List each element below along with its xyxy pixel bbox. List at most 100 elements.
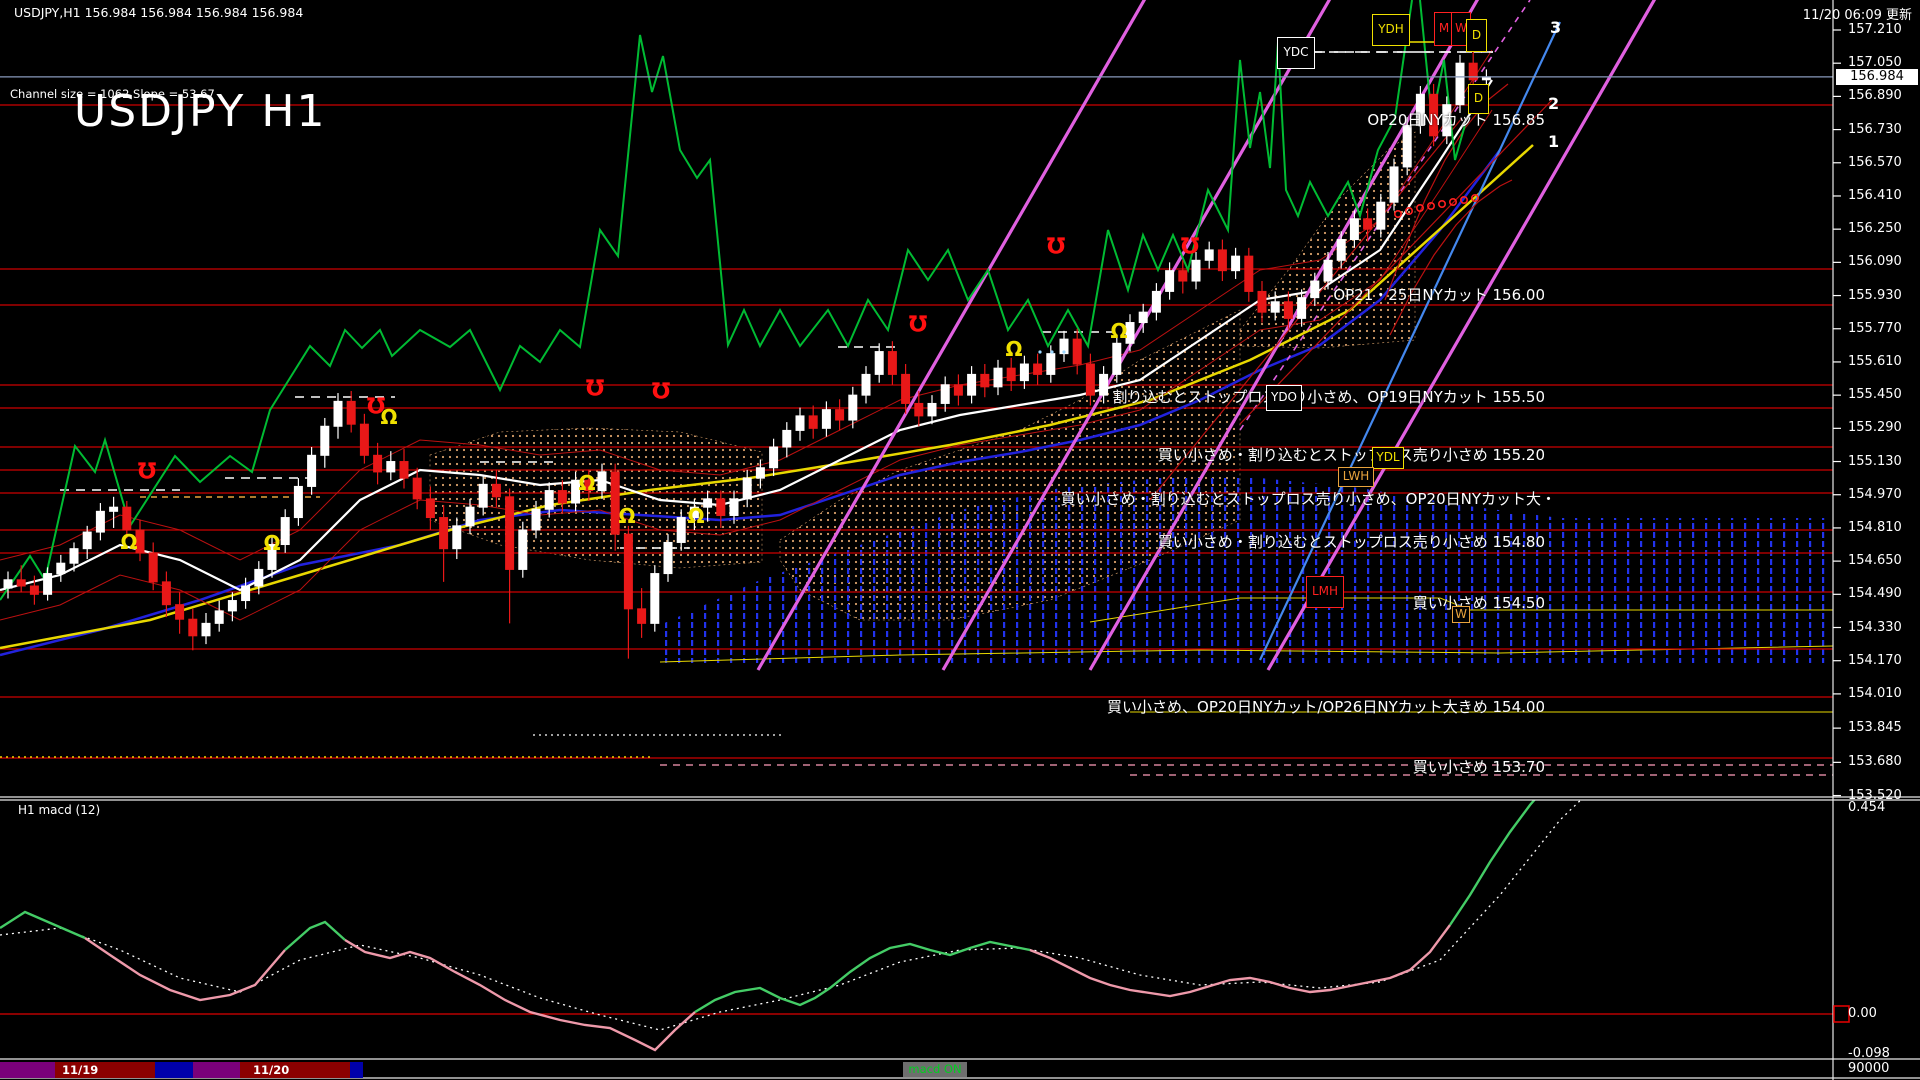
- candle: [1046, 353, 1056, 375]
- level-box-lwh: LWH: [1338, 467, 1374, 487]
- price-axis-label: 154.810: [1848, 519, 1902, 535]
- candle: [518, 529, 528, 570]
- price-axis-label: 156.570: [1848, 154, 1902, 170]
- candle: [663, 541, 673, 575]
- candle: [1217, 249, 1227, 272]
- buy-arrow-icon: Ω: [1110, 319, 1127, 343]
- candle: [755, 467, 765, 479]
- candle: [795, 415, 805, 431]
- price-axis-label: 155.290: [1848, 420, 1902, 436]
- candle: [1085, 363, 1095, 396]
- candle: [241, 585, 251, 602]
- buy-arrow-icon: Ω: [380, 405, 397, 429]
- candle: [1270, 301, 1280, 313]
- candle: [320, 425, 330, 456]
- price-annotation: OP21・25日NYカット 156.00: [1333, 286, 1545, 304]
- level-box-d: D: [1466, 19, 1487, 52]
- price-axis-label: 154.330: [1848, 619, 1902, 635]
- candle: [399, 461, 409, 479]
- price-axis-label: 154.970: [1848, 486, 1902, 502]
- candle: [359, 423, 369, 456]
- candle: [835, 409, 845, 421]
- candle: [1099, 373, 1109, 396]
- candle: [1151, 290, 1161, 313]
- price-axis-label: 155.450: [1848, 387, 1902, 403]
- candle: [703, 498, 713, 508]
- price-axis-label: 156.250: [1848, 221, 1902, 237]
- price-axis-label: 156.890: [1848, 88, 1902, 104]
- candle: [742, 477, 752, 500]
- level-box-ydh: YDH: [1372, 14, 1410, 46]
- date-label: 11/20: [253, 1063, 290, 1077]
- candle: [439, 517, 449, 550]
- candle: [109, 506, 119, 512]
- candle: [1310, 280, 1320, 299]
- chart-canvas[interactable]: ΩΩΩ ΩΩΩ ΩΩ ΩΩΩΩ ΩΩΩ: [0, 0, 1920, 1080]
- candle: [1257, 290, 1267, 313]
- candle: [1323, 259, 1333, 282]
- candle: [1138, 311, 1148, 324]
- level-box-lmh: LMH: [1306, 576, 1344, 608]
- price-annotation: 買い小さめ・割り込むとストップロス売り小さめ 154.80: [1157, 533, 1545, 551]
- price-axis-label: 154.010: [1848, 685, 1902, 701]
- candle: [386, 461, 396, 473]
- candle: [637, 608, 647, 624]
- candle: [373, 454, 383, 473]
- candle: [874, 351, 884, 375]
- candle: [1178, 270, 1188, 282]
- price-axis-label: 153.845: [1848, 720, 1902, 736]
- candle: [940, 384, 950, 404]
- candle: [782, 429, 792, 448]
- candle: [227, 600, 237, 612]
- candle: [280, 517, 290, 546]
- candle: [293, 485, 303, 519]
- price-annotation: 買い小さめ 154.50: [1412, 594, 1545, 612]
- price-axis-label: 153.680: [1848, 754, 1902, 770]
- level-box-w: W: [1452, 606, 1470, 623]
- price-axis-label: 157.210: [1848, 22, 1902, 37]
- trendline-number-1: 1: [1548, 132, 1560, 151]
- price-axis-label: 154.170: [1848, 652, 1902, 668]
- candle: [214, 610, 224, 624]
- candle: [927, 402, 937, 417]
- candle: [16, 579, 26, 587]
- buy-arrow-icon: Ω: [120, 530, 137, 554]
- candle: [425, 498, 435, 519]
- session-segment: [350, 1062, 363, 1078]
- sell-arrow-icon: Ω: [908, 309, 927, 334]
- candle: [161, 581, 171, 606]
- candle: [650, 573, 660, 624]
- candle: [254, 568, 264, 587]
- macd-indicator-label: H1 macd (12): [18, 803, 101, 817]
- candle: [1376, 201, 1386, 230]
- candle: [1165, 270, 1175, 292]
- candle: [1244, 255, 1254, 292]
- candle: [29, 585, 39, 595]
- price-axis-label: 154.650: [1848, 553, 1902, 569]
- price-annotation: 買い小さめ・割り込むとストップロス売り小さめ、OP20日NYカット大・: [1060, 490, 1556, 508]
- candle: [901, 373, 911, 404]
- price-annotation: OP20日NYカット 156.85: [1367, 111, 1545, 129]
- candle: [346, 400, 356, 425]
- candle: [1349, 218, 1359, 241]
- candle: [769, 446, 779, 469]
- candle: [597, 471, 607, 492]
- candle: [1033, 363, 1043, 375]
- candle: [557, 490, 567, 504]
- candle: [861, 373, 871, 396]
- candle: [1283, 301, 1293, 319]
- buy-arrow-icon: Ω: [263, 531, 280, 555]
- candle: [1006, 367, 1016, 382]
- macd-toggle-button[interactable]: macd ON: [903, 1062, 967, 1077]
- candle: [716, 498, 726, 516]
- candle: [69, 548, 79, 564]
- candle: [175, 604, 185, 620]
- trading-app-window: ΩΩΩΩΩΩΩΩΩΩΩΩΩΩΩ USDJPY,H1 156.984 156.98…: [0, 0, 1920, 1080]
- candle: [148, 552, 158, 583]
- candle: [95, 510, 105, 533]
- candle: [544, 490, 554, 510]
- candle: [676, 517, 686, 543]
- candle: [412, 477, 422, 500]
- level-box-ydl: YDL: [1372, 447, 1404, 469]
- trendline-number-2: 2: [1548, 94, 1560, 113]
